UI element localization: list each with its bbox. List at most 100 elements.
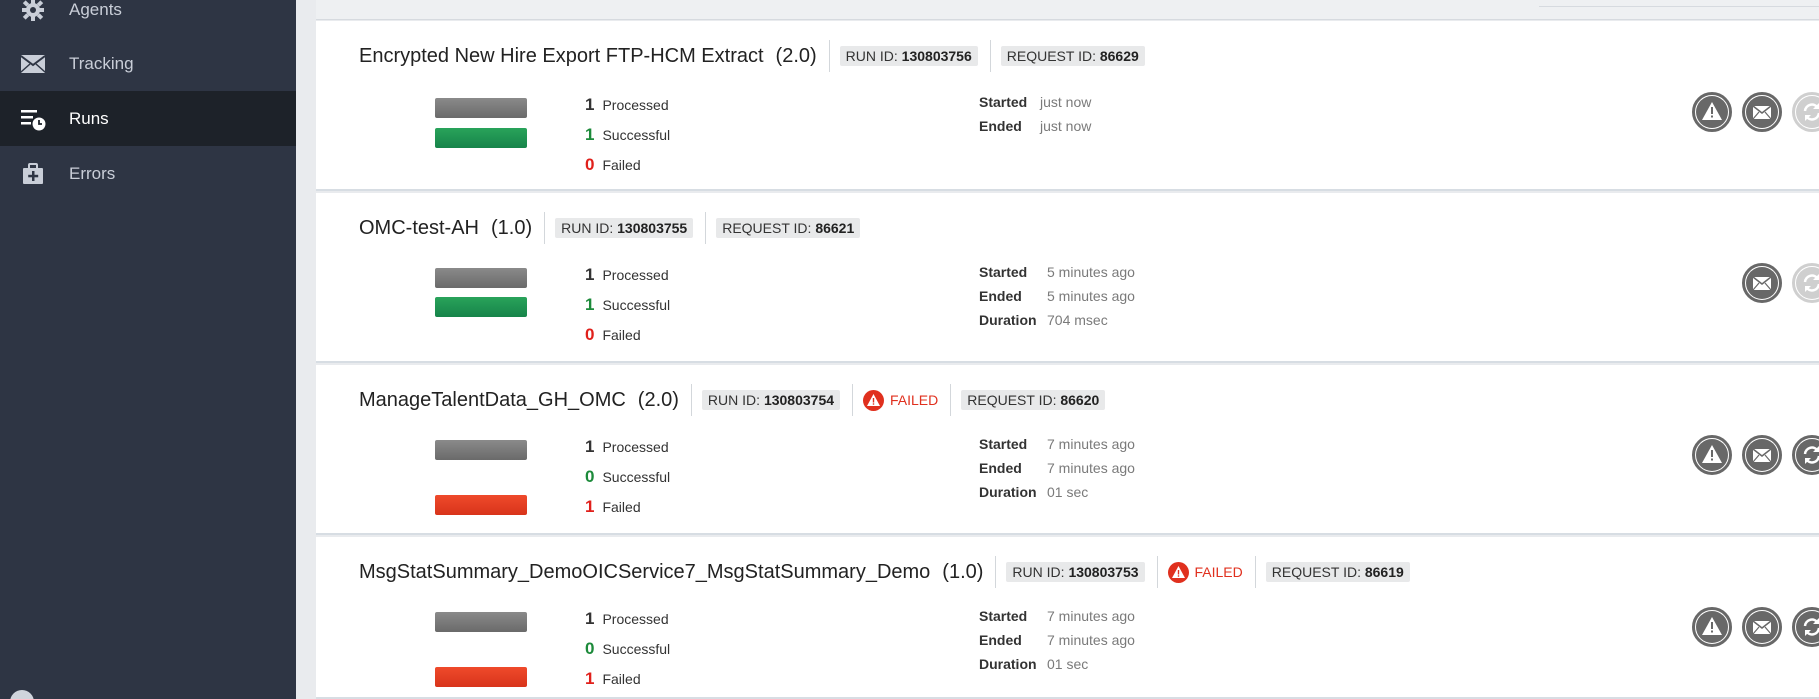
divider bbox=[852, 384, 854, 416]
warning-triangle-icon bbox=[1696, 439, 1728, 471]
successful-count: 0 Successful bbox=[585, 467, 671, 486]
divider bbox=[989, 40, 991, 72]
integration-version: (2.0) bbox=[637, 388, 679, 411]
run-id-badge: RUN ID: 130803753 bbox=[1006, 562, 1145, 582]
integration-name[interactable]: ManageTalentData_GH_OMC bbox=[359, 389, 626, 412]
processed-count: 1 Processed bbox=[585, 609, 669, 628]
failed-count: 1 Failed bbox=[585, 497, 641, 516]
failed-count: 0 Failed bbox=[585, 155, 641, 174]
integration-name[interactable]: OMC-test-AH bbox=[359, 217, 479, 240]
envelope-icon bbox=[1746, 611, 1778, 643]
envelope-icon bbox=[1746, 439, 1778, 471]
runs-list-clock-icon bbox=[20, 106, 46, 132]
divider bbox=[995, 556, 997, 588]
run-card[interactable]: MsgStatSummary_DemoOICService7_MsgStatSu… bbox=[316, 537, 1819, 699]
sidebar-item-label: Tracking bbox=[69, 53, 134, 73]
processed-bar bbox=[435, 98, 527, 118]
app-window: Agents Tracking Runs Errors Encrypted Ne… bbox=[0, 0, 1819, 699]
divider bbox=[950, 384, 952, 416]
view-errors-button[interactable] bbox=[1692, 435, 1732, 475]
runs-main-panel: Encrypted New Hire Export FTP-HCM Extrac… bbox=[296, 0, 1819, 699]
started-time: Started 5 minutes ago bbox=[979, 264, 1135, 280]
sidebar-item-tracking[interactable]: Tracking bbox=[0, 36, 296, 91]
resubmit-button[interactable] bbox=[1792, 435, 1819, 475]
sidebar: Agents Tracking Runs Errors bbox=[0, 0, 296, 699]
user-avatar[interactable] bbox=[10, 690, 34, 699]
failed-count: 1 Failed bbox=[585, 669, 641, 688]
sidebar-item-label: Errors bbox=[69, 163, 116, 183]
view-errors-button[interactable] bbox=[1692, 607, 1732, 647]
run-id-badge: RUN ID: 130803756 bbox=[839, 46, 978, 66]
resubmit-arrows-icon bbox=[1796, 96, 1819, 128]
run-card[interactable]: OMC-test-AH (1.0) RUN ID: 130803755 REQU… bbox=[316, 193, 1819, 363]
processed-bar bbox=[435, 612, 527, 632]
resubmit-arrows-icon bbox=[1796, 267, 1819, 299]
processed-count: 1 Processed bbox=[585, 265, 669, 284]
list-header-strip bbox=[316, 0, 1819, 20]
processed-count: 1 Processed bbox=[585, 95, 669, 114]
ended-time: Ended 7 minutes ago bbox=[979, 460, 1135, 476]
sidebar-item-errors[interactable]: Errors bbox=[0, 146, 296, 201]
started-time: Started 7 minutes ago bbox=[979, 608, 1135, 624]
successful-bar bbox=[435, 297, 527, 317]
started-time: Started just now bbox=[979, 94, 1092, 110]
sidebar-item-label: Agents bbox=[69, 0, 122, 19]
integration-name[interactable]: Encrypted New Hire Export FTP-HCM Extrac… bbox=[359, 45, 764, 68]
run-card[interactable]: ManageTalentData_GH_OMC (2.0) RUN ID: 13… bbox=[316, 365, 1819, 535]
request-id-badge: REQUEST ID: 86619 bbox=[1265, 562, 1410, 582]
view-errors-button[interactable] bbox=[1692, 92, 1732, 132]
resubmit-button[interactable] bbox=[1792, 92, 1819, 132]
warning-icon bbox=[1167, 561, 1189, 583]
sidebar-item-label: Runs bbox=[69, 108, 109, 128]
successful-count: 1 Successful bbox=[585, 295, 671, 314]
briefcase-plus-icon bbox=[20, 161, 46, 187]
divider bbox=[690, 384, 692, 416]
duration-time: Duration 01 sec bbox=[979, 656, 1089, 672]
sidebar-item-agents[interactable]: Agents bbox=[0, 0, 296, 37]
integration-name[interactable]: MsgStatSummary_DemoOICService7_MsgStatSu… bbox=[359, 561, 930, 584]
run-card-header: MsgStatSummary_DemoOICService7_MsgStatSu… bbox=[359, 556, 1410, 588]
envelope-icon bbox=[20, 51, 46, 77]
divider bbox=[828, 40, 830, 72]
divider bbox=[1254, 556, 1256, 588]
run-card-header: ManageTalentData_GH_OMC (2.0) RUN ID: 13… bbox=[359, 384, 1106, 416]
resubmit-button[interactable] bbox=[1792, 263, 1819, 303]
tracking-envelope-button[interactable] bbox=[1742, 263, 1782, 303]
failed-status-badge[interactable]: FAILED bbox=[863, 389, 938, 411]
integration-version: (2.0) bbox=[775, 44, 817, 67]
envelope-icon bbox=[1746, 267, 1778, 299]
run-id-badge: RUN ID: 130803754 bbox=[701, 390, 841, 410]
resubmit-arrows-icon bbox=[1796, 611, 1819, 643]
gear-icon bbox=[20, 0, 46, 23]
integration-version: (1.0) bbox=[942, 560, 984, 583]
failed-bar bbox=[435, 667, 527, 687]
duration-time: Duration 01 sec bbox=[979, 484, 1089, 500]
resubmit-arrows-icon bbox=[1796, 439, 1819, 471]
tracking-envelope-button[interactable] bbox=[1742, 607, 1782, 647]
ended-time: Ended just now bbox=[979, 118, 1092, 134]
request-id-badge: REQUEST ID: 86620 bbox=[961, 390, 1106, 410]
divider bbox=[544, 212, 546, 244]
started-time: Started 7 minutes ago bbox=[979, 436, 1135, 452]
successful-count: 0 Successful bbox=[585, 639, 671, 658]
processed-count: 1 Processed bbox=[585, 437, 669, 456]
successful-bar bbox=[435, 128, 527, 148]
tracking-envelope-button[interactable] bbox=[1742, 435, 1782, 475]
failed-bar bbox=[435, 495, 527, 515]
failed-status-badge[interactable]: FAILED bbox=[1167, 561, 1243, 583]
request-id-badge: REQUEST ID: 86621 bbox=[716, 218, 861, 238]
divider bbox=[1156, 556, 1158, 588]
processed-bar bbox=[435, 440, 527, 460]
sidebar-item-runs[interactable]: Runs bbox=[0, 91, 296, 146]
ended-time: Ended 7 minutes ago bbox=[979, 632, 1135, 648]
duration-time: Duration 704 msec bbox=[979, 312, 1108, 328]
envelope-icon bbox=[1746, 96, 1778, 128]
run-id-badge: RUN ID: 130803755 bbox=[555, 218, 694, 238]
divider bbox=[705, 212, 707, 244]
run-card[interactable]: Encrypted New Hire Export FTP-HCM Extrac… bbox=[316, 21, 1819, 191]
tracking-envelope-button[interactable] bbox=[1742, 92, 1782, 132]
resubmit-button[interactable] bbox=[1792, 607, 1819, 647]
failed-count: 0 Failed bbox=[585, 325, 641, 344]
request-id-badge: REQUEST ID: 86629 bbox=[1000, 46, 1145, 66]
warning-triangle-icon bbox=[1696, 96, 1728, 128]
